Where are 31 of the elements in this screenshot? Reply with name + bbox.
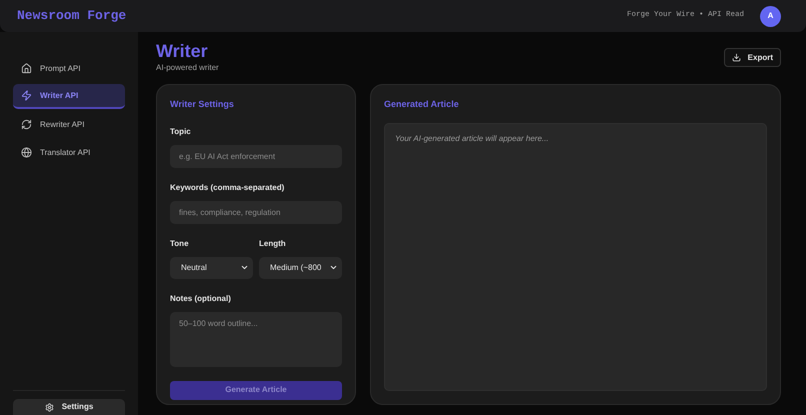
card-title: Generated Article bbox=[384, 98, 460, 111]
input-field[interactable]: e.g. EU AI Act enforcement bbox=[170, 144, 342, 168]
nav-item[interactable]: Rewriter API bbox=[13, 112, 125, 137]
card-title: Writer Settings bbox=[170, 98, 235, 111]
page-subtitle: AI-powered writer bbox=[156, 62, 219, 74]
settings-icon bbox=[44, 402, 54, 412]
avatar[interactable]: A bbox=[760, 6, 781, 26]
globe-icon bbox=[21, 147, 32, 158]
download-icon bbox=[732, 53, 741, 62]
field-label: Topic bbox=[170, 126, 192, 138]
dropdown[interactable]: Medium (~800 bbox=[259, 256, 342, 278]
field-label: Keywords (comma-separated) bbox=[170, 182, 286, 194]
input-field[interactable]: fines, compliance, regulation bbox=[170, 200, 342, 224]
home-icon bbox=[21, 63, 32, 74]
settings-button[interactable]: Settings bbox=[13, 399, 125, 415]
article-output-field[interactable]: Your AI-generated article will appear here... bbox=[384, 122, 767, 391]
export-button[interactable]: Export bbox=[724, 48, 781, 67]
nav-item[interactable]: Prompt API bbox=[13, 56, 125, 81]
field-label: Length bbox=[259, 238, 287, 250]
refresh-icon bbox=[21, 119, 32, 130]
chevron-icon bbox=[329, 263, 338, 272]
notes-field[interactable]: 50–100 word outline... bbox=[170, 312, 342, 366]
nav-item[interactable]: Writer API bbox=[13, 84, 125, 109]
dropdown[interactable]: Neutral bbox=[170, 256, 253, 278]
nav-item[interactable]: Translator API bbox=[13, 140, 125, 165]
chevron-icon bbox=[240, 263, 249, 272]
lightning-icon bbox=[21, 90, 32, 101]
field-label: Notes (optional) bbox=[170, 292, 232, 304]
brand-title: Newsroom Forge bbox=[17, 7, 126, 26]
page-title: Writer bbox=[156, 40, 209, 62]
field-label: Tone bbox=[170, 238, 190, 250]
